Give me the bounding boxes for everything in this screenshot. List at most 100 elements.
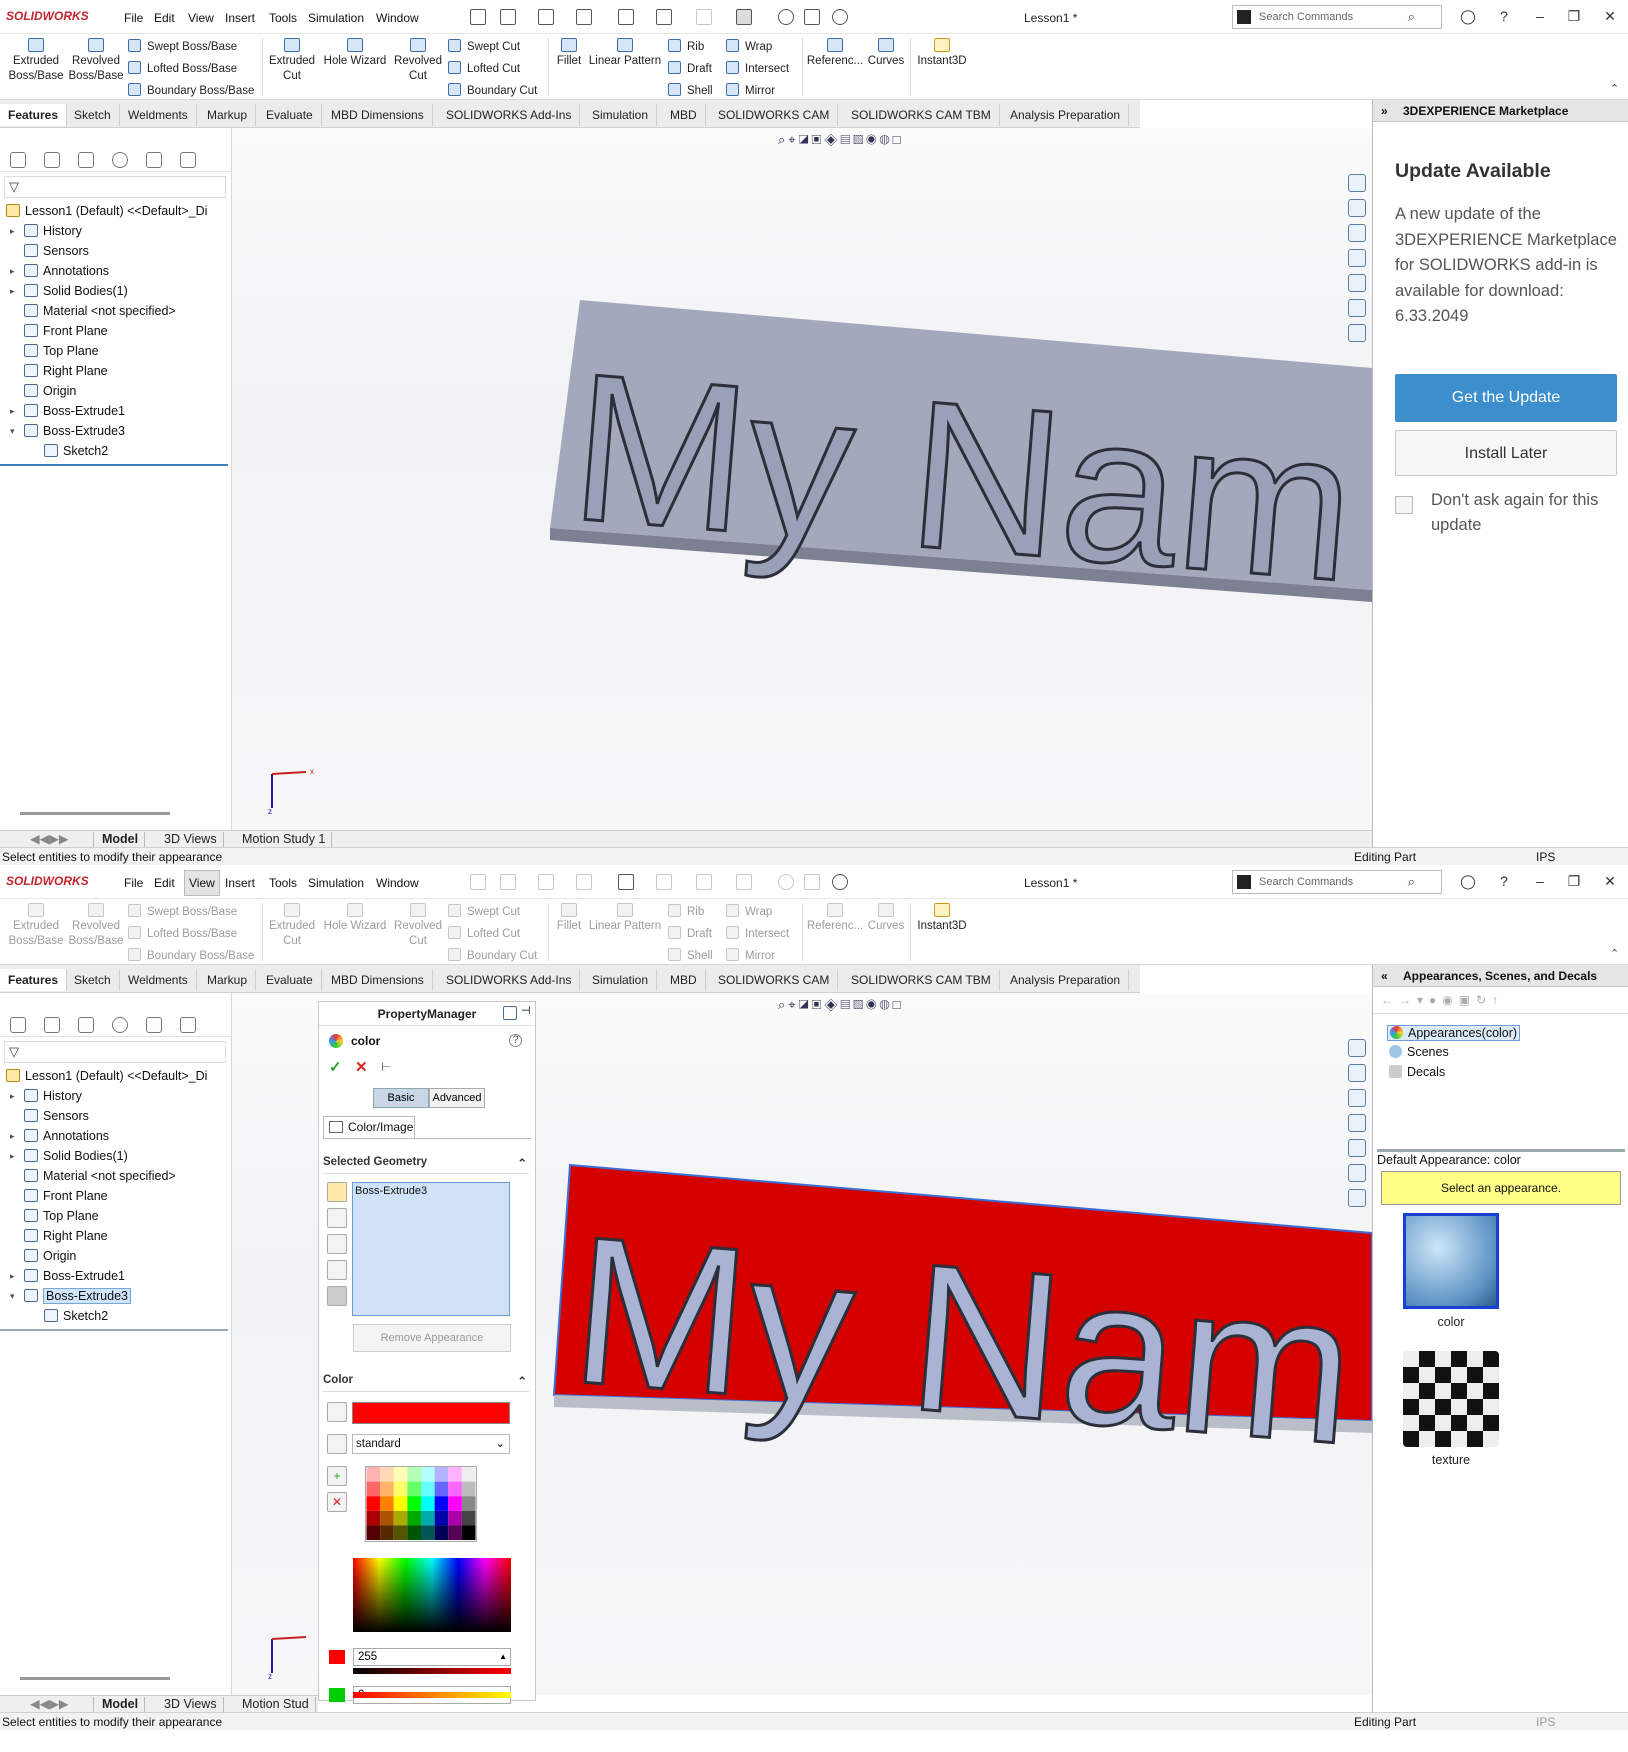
file-explorer-icon[interactable] [1348,249,1366,267]
configuration-icon[interactable] [78,152,94,168]
redo-icon[interactable] [696,9,712,25]
expand-icon[interactable]: ▸ [10,222,15,240]
design-library-icon[interactable] [1348,224,1366,242]
close-icon[interactable]: ✕ [1600,873,1620,890]
palette-swatch[interactable] [393,1496,408,1511]
custom-properties-icon[interactable] [1348,1189,1366,1207]
tree-item-sensors[interactable]: Sensors [24,242,89,260]
tab-evaluate[interactable]: Evaluate [258,969,322,991]
current-color-swatch[interactable] [352,1402,510,1424]
linear-pattern-button[interactable]: Linear Pattern [588,38,662,69]
chevron-down-icon[interactable]: ⌄ [495,1435,505,1453]
restore-icon[interactable]: ❐ [1564,873,1584,890]
property-manager-icon[interactable] [44,152,60,168]
tab-simulation[interactable]: Simulation [584,104,658,126]
palette-swatch[interactable] [461,1496,476,1511]
remove-swatch-icon[interactable]: ✕ [327,1492,347,1512]
graphics-area[interactable]: ⌕⌖◪▣◈▤▧◉◍□ My Nam x z [232,128,1372,830]
menu-insert[interactable]: Insert [223,11,257,25]
mirror-button[interactable]: Mirror [726,948,775,963]
solidworks-resources-icon[interactable] [1348,1039,1366,1057]
menu-edit[interactable]: Edit [152,876,177,890]
help-icon[interactable]: ? [509,1034,522,1047]
search-icon[interactable]: ⌕ [1408,874,1415,890]
tab-motion-study[interactable]: Motion Stud [236,1697,316,1712]
tree-item-solid-bodies[interactable]: ▸ Solid Bodies(1) [10,282,128,300]
display-manager-icon[interactable] [146,152,162,168]
select-face-icon[interactable] [327,1234,347,1254]
minimize-icon[interactable]: – [1530,873,1550,889]
palette-swatch[interactable] [366,1525,381,1541]
extruded-cut-button[interactable]: Extruded Cut [266,38,318,84]
view-palette-icon[interactable] [1348,1139,1366,1157]
tree-item-history[interactable]: ▸ History [10,1087,82,1105]
restore-icon[interactable]: ❐ [1564,8,1584,25]
tab-3d-views[interactable]: 3D Views [158,832,224,847]
tab-cam[interactable]: SOLIDWORKS CAM [710,104,839,126]
new-icon[interactable] [500,874,516,890]
palette-swatch[interactable] [380,1510,394,1526]
boundary-cut-button[interactable]: Boundary Cut [448,948,537,963]
cancel-icon[interactable]: ✕ [355,1058,368,1076]
menu-tools[interactable]: Tools [267,876,299,890]
search-commands[interactable]: Search Commands ⌕ [1232,870,1442,894]
tree-item-front-plane[interactable]: Front Plane [24,322,108,340]
rebuild-icon[interactable] [778,9,794,25]
palette-swatch[interactable] [434,1525,449,1541]
boundary-boss-button[interactable]: Boundary Boss/Base [128,83,254,98]
tree-filter[interactable]: ▽ [4,176,226,198]
account-icon[interactable]: ◯ [1458,873,1478,890]
feature-manager-icon[interactable] [10,1017,26,1033]
save-icon[interactable] [576,874,592,890]
rebuild-icon[interactable] [778,874,794,890]
tab-markup[interactable]: Markup [199,104,257,126]
select-body-icon[interactable] [327,1208,347,1228]
tab-motion-study[interactable]: Motion Study 1 [236,832,333,847]
help-icon[interactable]: ? [1494,8,1514,24]
menu-file[interactable]: File [122,11,145,25]
lofted-cut-button[interactable]: Lofted Cut [448,61,520,76]
tab-advanced[interactable]: Advanced [429,1088,485,1108]
color-palette-grid[interactable] [365,1466,477,1542]
expand-icon[interactable]: ▸ [10,402,15,420]
configuration-icon[interactable] [78,1017,94,1033]
tree-decals[interactable]: Decals [1389,1065,1445,1079]
instant3d-button[interactable]: Instant3D [914,38,970,69]
help-icon[interactable]: ? [1494,873,1514,889]
wrap-button[interactable]: Wrap [726,904,772,919]
open-icon[interactable] [538,874,554,890]
file-properties-icon[interactable] [804,9,820,25]
red-value-input[interactable]: 255 ▲ [353,1648,511,1666]
palette-swatch[interactable] [393,1510,408,1526]
tab-addins[interactable]: SOLIDWORKS Add-Ins [438,969,581,991]
palette-swatch[interactable] [421,1481,435,1497]
tree-scrollbar[interactable] [20,812,170,815]
menu-window[interactable]: Window [374,876,421,890]
red-slider[interactable] [353,1668,511,1674]
palette-swatch[interactable] [380,1481,394,1497]
palette-swatch[interactable] [461,1481,476,1497]
tab-mbd[interactable]: MBD [662,969,706,991]
expand-icon[interactable]: ▸ [10,262,15,280]
tree-item-material[interactable]: Material <not specified> [24,1167,176,1185]
tree-root[interactable]: Lesson1 (Default) <<Default>_Di [6,202,207,220]
view-palette-icon[interactable] [1348,274,1366,292]
tree-more-icon[interactable] [180,1017,196,1033]
tree-appearances[interactable]: Appearances(color) [1387,1025,1521,1041]
revolved-boss-button[interactable]: Revolved Boss/Base [66,903,126,949]
pushpin-icon[interactable]: ⊢ [381,1060,391,1074]
print-icon[interactable] [618,9,634,25]
revolved-cut-button[interactable]: Revolved Cut [392,38,444,84]
curves-button[interactable]: Curves [866,903,906,934]
tree-root[interactable]: Lesson1 (Default) <<Default>_Di [6,1067,207,1085]
undo-icon[interactable] [656,874,672,890]
search-commands[interactable]: Search Commands ⌕ [1232,5,1442,29]
palette-swatch[interactable] [421,1510,435,1526]
tab-3d-views[interactable]: 3D Views [158,1697,224,1712]
shell-button[interactable]: Shell [668,83,713,98]
expand-icon[interactable]: ▸ [10,282,15,300]
tab-cam-tbm[interactable]: SOLIDWORKS CAM TBM [843,104,1000,126]
appearance-tab-icon[interactable] [112,152,128,168]
linear-pattern-button[interactable]: Linear Pattern [588,903,662,934]
palette-swatch[interactable] [380,1496,394,1511]
